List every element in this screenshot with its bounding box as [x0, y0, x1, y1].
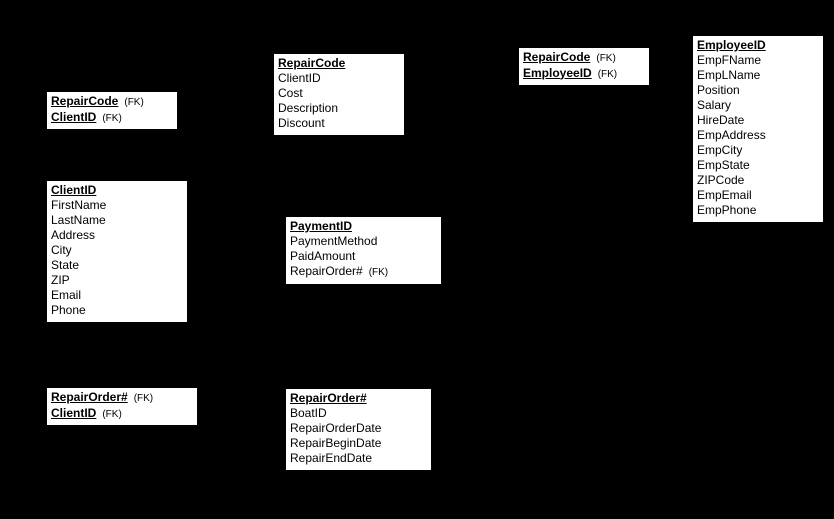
table-client: ClientID FirstName LastName Address City… — [47, 181, 187, 322]
table-client-order: RepairOrder# (FK) ClientID (FK) — [47, 388, 197, 425]
fk-tag: (FK) — [596, 53, 615, 66]
table-row: EmployeeID (FK) — [523, 66, 645, 82]
fk-tag: (FK) — [369, 267, 388, 280]
table-row: RepairBeginDate — [290, 436, 427, 451]
table-row: Address — [51, 228, 183, 243]
attr-name: PaidAmount — [290, 249, 355, 264]
table-row: HireDate — [697, 113, 819, 128]
attr-name: RepairOrder# — [290, 264, 363, 279]
attr-name: ClientID — [278, 71, 321, 86]
table-employee: EmployeeID EmpFName EmpLName Position Sa… — [693, 36, 823, 222]
table-row: FirstName — [51, 198, 183, 213]
table-row: RepairOrderDate — [290, 421, 427, 436]
table-row: EmpLName — [697, 68, 819, 83]
table-row: EmpState — [697, 158, 819, 173]
attr-name: RepairBeginDate — [290, 436, 381, 451]
table-row: PaidAmount — [290, 249, 437, 264]
attr-name: RepairOrder# — [51, 390, 128, 405]
table-row: EmpPhone — [697, 203, 819, 218]
table-row: ZIPCode — [697, 173, 819, 188]
attr-name: PaymentMethod — [290, 234, 377, 249]
table-row: Salary — [697, 98, 819, 113]
table-row: EmployeeID — [697, 38, 819, 53]
attr-name: Salary — [697, 98, 731, 113]
attr-name: Cost — [278, 86, 303, 101]
table-row: Discount — [278, 116, 400, 131]
attr-name: EmpState — [697, 158, 750, 173]
attr-name: EmpFName — [697, 53, 761, 68]
attr-name: EmpAddress — [697, 128, 766, 143]
attr-name: Position — [697, 83, 740, 98]
table-client-repair: RepairCode (FK) ClientID (FK) — [47, 92, 177, 129]
table-payment: PaymentID PaymentMethod PaidAmount Repai… — [286, 217, 441, 284]
attr-name: RepairOrder# — [290, 391, 367, 406]
attr-name: PaymentID — [290, 219, 352, 234]
attr-name: EmpPhone — [697, 203, 756, 218]
table-row: BoatID — [290, 406, 427, 421]
attr-name: RepairCode — [51, 94, 118, 109]
table-row: RepairCode (FK) — [51, 94, 173, 110]
attr-name: ZIPCode — [697, 173, 744, 188]
fk-tag: (FK) — [124, 97, 143, 110]
attr-name: EmpEmail — [697, 188, 752, 203]
attr-name: RepairCode — [278, 56, 345, 71]
table-row: RepairOrder# (FK) — [290, 264, 437, 280]
table-row: RepairCode (FK) — [523, 50, 645, 66]
table-row: LastName — [51, 213, 183, 228]
table-row: Position — [697, 83, 819, 98]
attr-name: RepairCode — [523, 50, 590, 65]
table-row: EmpFName — [697, 53, 819, 68]
attr-name: EmployeeID — [523, 66, 592, 81]
attr-name: State — [51, 258, 79, 273]
table-row: EmpEmail — [697, 188, 819, 203]
table-row: RepairCode — [278, 56, 400, 71]
attr-name: EmpLName — [697, 68, 760, 83]
attr-name: ZIP — [51, 273, 70, 288]
table-row: RepairOrder# (FK) — [51, 390, 193, 406]
table-row: PaymentID — [290, 219, 437, 234]
table-row: City — [51, 243, 183, 258]
table-row: RepairEndDate — [290, 451, 427, 466]
table-row: EmpCity — [697, 143, 819, 158]
attr-name: FirstName — [51, 198, 106, 213]
attr-name: RepairEndDate — [290, 451, 372, 466]
table-row: Phone — [51, 303, 183, 318]
attr-name: Email — [51, 288, 81, 303]
fk-tag: (FK) — [102, 409, 121, 422]
attr-name: LastName — [51, 213, 106, 228]
table-repair: RepairCode ClientID Cost Description Dis… — [274, 54, 404, 135]
table-row: EmpAddress — [697, 128, 819, 143]
fk-tag: (FK) — [598, 69, 617, 82]
attr-name: EmployeeID — [697, 38, 766, 53]
attr-name: EmpCity — [697, 143, 742, 158]
attr-name: ClientID — [51, 406, 96, 421]
attr-name: Phone — [51, 303, 86, 318]
fk-tag: (FK) — [102, 113, 121, 126]
table-row: Cost — [278, 86, 400, 101]
table-row: RepairOrder# — [290, 391, 427, 406]
attr-name: HireDate — [697, 113, 744, 128]
attr-name: ClientID — [51, 110, 96, 125]
table-row: ClientID (FK) — [51, 406, 193, 422]
table-row: Email — [51, 288, 183, 303]
table-repair-order: RepairOrder# BoatID RepairOrderDate Repa… — [286, 389, 431, 470]
attr-name: Discount — [278, 116, 325, 131]
attr-name: BoatID — [290, 406, 327, 421]
attr-name: ClientID — [51, 183, 96, 198]
attr-name: Description — [278, 101, 338, 116]
table-row: ClientID — [51, 183, 183, 198]
attr-name: Address — [51, 228, 95, 243]
fk-tag: (FK) — [134, 393, 153, 406]
table-row: State — [51, 258, 183, 273]
attr-name: City — [51, 243, 72, 258]
attr-name: RepairOrderDate — [290, 421, 381, 436]
table-row: PaymentMethod — [290, 234, 437, 249]
table-row: ClientID — [278, 71, 400, 86]
table-row: ClientID (FK) — [51, 110, 173, 126]
table-row: Description — [278, 101, 400, 116]
table-row: ZIP — [51, 273, 183, 288]
table-emp-repair: RepairCode (FK) EmployeeID (FK) — [519, 48, 649, 85]
